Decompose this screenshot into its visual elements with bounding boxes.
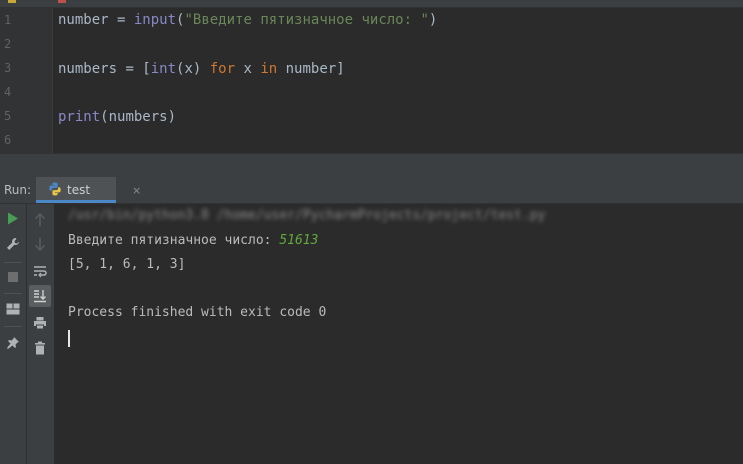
code-token-op: = [ [117,61,151,77]
code-line-3[interactable]: numbers = [int(x) for x in number] [58,60,345,78]
code-token-string: "Введите пятизначное число: " [184,12,429,28]
pin-icon [7,337,19,349]
console-exit-message: Process finished with exit code 0 [68,305,327,320]
toolbar-separator [4,293,22,294]
run-icon [8,212,18,224]
run-label: Run: [4,183,32,197]
layout-icon [6,303,20,315]
text-caret [68,330,70,347]
line-number: 4 [4,85,12,99]
code-token-keyword: for [209,61,236,77]
restore-layout-button[interactable] [2,298,24,320]
rerun-button[interactable] [2,207,24,229]
console-input-line: Введите пятизначное число: 51613 [68,232,318,250]
code-line-5[interactable]: print(numbers) [58,108,176,126]
code-token-var: number [58,12,109,28]
error-marker-icon [58,0,66,3]
toolbar-separator [4,326,22,327]
active-tab-indicator [36,200,116,203]
line-number: 6 [4,133,12,147]
scroll-to-end-button[interactable] [29,285,51,307]
wrench-icon [7,238,19,250]
previous-occurrence-button[interactable] [29,209,51,231]
code-token-text: x [235,61,261,77]
file-marker-icon [8,0,16,3]
print-icon [34,317,46,330]
run-tab-test[interactable]: test × [36,177,141,203]
close-icon[interactable]: × [132,184,141,197]
line-number: 5 [4,109,12,123]
python-icon [49,182,61,196]
code-token-func: int [150,61,177,77]
scroll-to-end-icon [34,290,46,303]
toolbar-separator [4,262,22,263]
editor-tab-strip [0,0,743,8]
run-toolbar-primary [0,204,27,464]
run-tab-label: test [67,183,91,197]
stop-icon [8,272,18,282]
code-editor[interactable]: 1 2 3 4 5 6 number = input("Введите пяти… [0,0,743,153]
pin-tab-button[interactable] [2,332,24,354]
code-token-text: (numbers) [100,109,177,125]
run-tool-window-header: Run: test × [0,177,743,204]
code-token-op: = [108,12,134,28]
code-token-func: input [133,12,177,28]
edit-configuration-button[interactable] [2,233,24,255]
line-number: 1 [4,13,12,27]
soft-wrap-button[interactable] [29,260,51,282]
editor-status-strip [0,153,743,178]
run-toolbar-secondary [27,204,55,464]
line-number: 3 [4,61,12,75]
code-token-var: numbers [58,61,118,77]
trash-icon [35,341,45,355]
code-token-func: print [58,109,101,125]
code-line-1[interactable]: number = input("Введите пятизначное числ… [58,11,437,29]
arrow-down-icon [34,238,46,251]
line-number: 2 [4,37,12,51]
run-console[interactable]: /usr/bin/python3.8 /home/user/PycharmPro… [55,204,743,464]
arrow-up-icon [34,213,46,226]
console-command-line: /usr/bin/python3.8 /home/user/PycharmPro… [68,208,546,223]
console-output-line: [5, 1, 6, 1, 3] [68,257,186,272]
console-user-input: 51613 [279,233,319,248]
code-token-text: number] [277,61,345,77]
clear-all-button[interactable] [29,337,51,359]
console-prompt: Введите пятизначное число: [68,233,280,248]
stop-button[interactable] [2,266,24,288]
soft-wrap-icon [34,265,47,277]
next-occurrence-button[interactable] [29,233,51,255]
line-number-gutter: 1 2 3 4 5 6 [0,8,53,153]
code-token-keyword: in [260,61,278,77]
code-token-paren: ) [428,12,438,28]
code-token-text: (x) [176,61,210,77]
print-button[interactable] [29,312,51,334]
